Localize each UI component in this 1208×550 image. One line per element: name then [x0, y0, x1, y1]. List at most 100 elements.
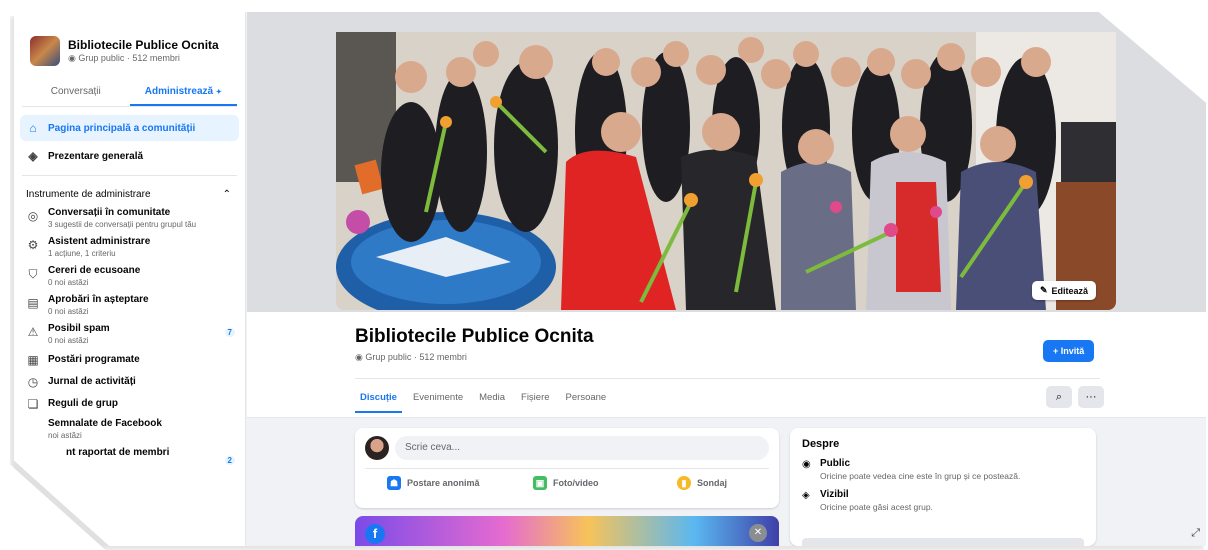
about-card: Despre ◉ Public Oricine poate vedea cine …	[790, 428, 1096, 546]
gear-icon: ⚙	[27, 238, 39, 252]
group-info-bar: Bibliotecile Publice Ocnita ◉ Grup publi…	[247, 312, 1206, 418]
invite-button[interactable]: + Invită	[1043, 340, 1095, 362]
admin-sidebar: Bibliotecile Publice Ocnita ◉ Grup publi…	[14, 12, 246, 546]
tool-title: Aprobări în așteptare	[48, 294, 149, 305]
tool-title: Posibil spam	[48, 323, 110, 334]
action-label: Foto/video	[553, 478, 599, 488]
tool-pending-approvals[interactable]: ▤ Aprobări în așteptare 0 noi astăzi	[14, 291, 245, 320]
screenshot-frame: Bibliotecile Publice Ocnita ◉ Grup publi…	[14, 12, 1206, 546]
group-privacy-meta: ◉ Grup public · 512 membri	[355, 352, 467, 363]
tool-scheduled-posts[interactable]: ▦ Postări programate	[14, 349, 245, 371]
about-item-title: Public	[820, 458, 851, 469]
sidebar-tabs: Conversații Administrează ✦	[22, 78, 237, 107]
tab-events[interactable]: Evenimente	[408, 384, 468, 413]
edit-cover-label: Editează	[1051, 285, 1088, 296]
search-icon: ⌕	[1055, 390, 1063, 403]
edit-cover-button[interactable]: ✎ Editează	[1031, 281, 1096, 300]
tab-manage-label: Administrează	[144, 86, 214, 97]
group-thumbnail[interactable]	[30, 36, 60, 66]
tab-files[interactable]: Fișiere	[516, 384, 555, 413]
tab-conversations[interactable]: Conversații	[22, 78, 130, 106]
divider	[365, 468, 769, 469]
about-more-button[interactable]	[802, 538, 1084, 546]
photo-video-button[interactable]: ▣ Foto/video	[533, 476, 599, 490]
photo-icon: ▣	[533, 476, 547, 490]
cover-photo[interactable]: ✎ Editează	[336, 32, 1116, 310]
group-main: ✎ Editează Bibliotecile Publice Ocnita ◉ …	[247, 12, 1206, 546]
calendar-icon: ▦	[27, 353, 39, 367]
clock-icon: ◷	[27, 375, 39, 389]
group-header[interactable]: Bibliotecile Publice Ocnita ◉ Grup publi…	[14, 12, 245, 70]
about-item-title: Vizibil	[820, 489, 849, 500]
approval-icon: ▤	[27, 296, 39, 310]
tool-title: Conversații în comunitate	[48, 207, 171, 218]
tool-subtitle: 0 noi astăzi	[48, 336, 89, 345]
about-item-visible: ◈ Vizibil Oricine poate găsi acest grup.	[802, 489, 1084, 512]
tool-title: nt raportat de membri	[66, 447, 170, 458]
tab-discussion[interactable]: Discuție	[355, 384, 402, 413]
cover-photo-image	[336, 32, 1116, 310]
tool-subtitle: 0 noi astăzi	[48, 278, 89, 287]
tool-admin-assist[interactable]: ⚙ Asistent administrare 1 acțiune, 1 crit…	[14, 233, 245, 262]
chevron-up-icon[interactable]: ⌃	[223, 189, 231, 200]
globe-icon: ◉	[68, 53, 79, 63]
promo-card[interactable]: f ✕	[355, 516, 779, 546]
close-icon[interactable]: ✕	[749, 524, 767, 542]
shield-icon: ⛉	[28, 266, 38, 281]
sidebar-item-community-home[interactable]: ⌂ Pagina principală a comunității	[20, 115, 239, 141]
eye-icon: ◈	[802, 490, 810, 501]
anonymous-icon: ☗	[387, 476, 401, 490]
tool-member-reported[interactable]: nt raportat de membri 2	[14, 444, 245, 472]
poll-button[interactable]: ▮ Sondaj	[677, 476, 727, 490]
tool-flagged-by-facebook[interactable]: Semnalate de Facebook noi astăzi	[14, 415, 245, 444]
action-label: Postare anonimă	[407, 478, 480, 488]
expand-icon[interactable]: ⤢	[1191, 527, 1200, 540]
tool-subtitle: noi astăzi	[48, 431, 82, 440]
about-item-description: Oricine poate vedea cine este în grup și…	[820, 471, 1021, 481]
write-post-input[interactable]: Scrie ceva...	[395, 436, 769, 460]
tool-title: Reguli de grup	[48, 398, 118, 409]
tab-media[interactable]: Media	[474, 384, 510, 413]
globe-icon: ◉	[355, 352, 366, 362]
tool-activity-log[interactable]: ◷ Jurnal de activități	[14, 371, 245, 393]
avatar[interactable]	[365, 436, 389, 460]
poll-icon: ▮	[677, 476, 691, 490]
sidebar-item-overview[interactable]: ◈ Prezentare generală	[20, 143, 239, 169]
tool-community-chats[interactable]: ◎ Conversații în comunitate 3 sugestii de…	[14, 204, 245, 233]
tool-group-rules[interactable]: ❏ Reguli de grup	[14, 393, 245, 415]
tool-title: Asistent administrare	[48, 236, 151, 247]
sparkle-icon: ✦	[215, 89, 222, 96]
about-item-description: Oricine poate găsi acest grup.	[820, 502, 933, 512]
tool-title: Postări programate	[48, 354, 140, 365]
sidebar-item-label: Pagina principală a comunității	[48, 122, 196, 134]
admin-tools-heading[interactable]: Instrumente de administrare ⌃	[14, 182, 245, 204]
group-meta-text: Grup public · 512 membri	[365, 352, 467, 362]
anonymous-post-button[interactable]: ☗ Postare anonimă	[387, 476, 480, 490]
post-composer: Scrie ceva... ☗ Postare anonimă ▣ Foto/v…	[355, 428, 779, 508]
page-title[interactable]: Bibliotecile Publice Ocnita	[355, 326, 594, 348]
group-meta-text: Grup public · 512 membri	[78, 53, 180, 63]
more-button[interactable]: ···	[1078, 386, 1104, 408]
group-name[interactable]: Bibliotecile Publice Ocnita	[68, 38, 219, 52]
tool-title: Semnalate de Facebook	[48, 418, 162, 429]
tool-subtitle: 0 noi astăzi	[48, 307, 89, 316]
tool-badge-requests[interactable]: ⛉ Cereri de ecusoane 0 noi astăzi	[14, 262, 245, 291]
about-item-public: ◉ Public Oricine poate vedea cine este în…	[802, 458, 1084, 481]
divider	[22, 175, 237, 176]
tab-people[interactable]: Persoane	[561, 384, 612, 413]
tool-potential-spam[interactable]: ⚠ Posibil spam 0 noi astăzi 7	[14, 320, 245, 349]
sidebar-item-label: Prezentare generală	[48, 150, 144, 162]
tool-subtitle: 3 sugestii de conversații pentru grupul …	[48, 220, 197, 229]
more-icon: ···	[1085, 391, 1097, 403]
search-button[interactable]: ⌕	[1046, 386, 1072, 408]
spam-count-badge: 7	[224, 328, 235, 337]
divider	[355, 378, 1100, 379]
facebook-logo-icon: f	[365, 524, 385, 544]
tool-title: Jurnal de activități	[48, 376, 136, 387]
warning-icon: ⚠	[27, 325, 39, 339]
home-icon: ⌂	[29, 121, 37, 135]
group-tabs: Discuție Evenimente Media Fișiere Persoa…	[355, 384, 611, 413]
tab-manage[interactable]: Administrează ✦	[129, 78, 237, 106]
admin-tools-title: Instrumente de administrare	[26, 188, 151, 200]
group-meta: ◉ Grup public · 512 membri	[68, 52, 219, 64]
